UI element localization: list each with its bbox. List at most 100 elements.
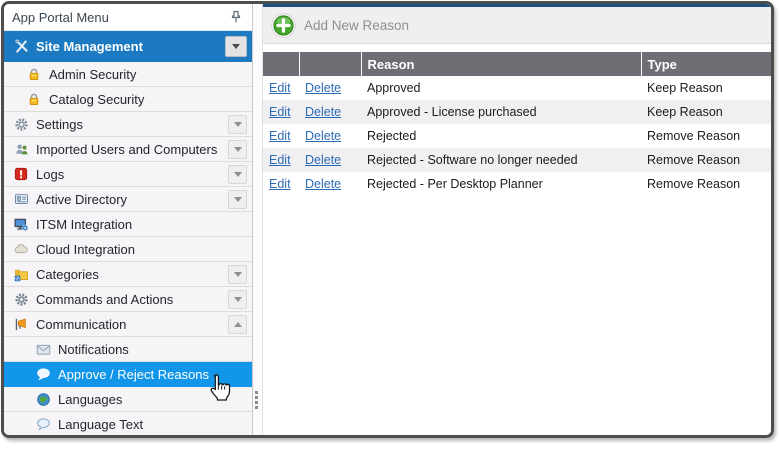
chevron-down-icon[interactable] [228,190,247,209]
table-header-row: Reason Type [263,52,771,76]
sidebar-item-label: Categories [36,267,99,282]
reasons-table: Reason Type Edit Delete Approved Keep Re… [263,52,771,196]
sidebar-item-settings[interactable]: Settings [4,112,252,137]
type-cell: Remove Reason [641,172,771,196]
sidebar-item-categories[interactable]: Categories [4,262,252,287]
sidebar-item-label: Active Directory [36,192,127,207]
edit-link[interactable]: Edit [269,105,291,119]
splitter-grip[interactable] [255,391,258,409]
sidebar-item-approve-reject-reasons[interactable]: Approve / Reject Reasons [4,362,252,387]
app-portal-window: App Portal Menu Site Management [1,1,774,438]
sidebar-item-label: Cloud Integration [36,242,135,257]
sidebar-item-communication[interactable]: Communication [4,312,252,337]
reason-cell: Approved - License purchased [361,100,641,124]
chevron-down-icon[interactable] [225,36,247,57]
sidebar-splitter[interactable] [252,4,263,435]
reason-cell: Rejected - Software no longer needed [361,148,641,172]
speech-bubble-icon [34,366,52,383]
tools-icon [12,38,30,55]
spacer [263,44,771,52]
add-new-reason-label: Add New Reason [304,18,409,33]
table-row: Edit Delete Rejected - Software no longe… [263,148,771,172]
add-new-reason-button[interactable]: Add New Reason [271,13,409,38]
pin-icon[interactable] [228,9,244,25]
column-header-delete [299,52,361,76]
column-header-reason: Reason [361,52,641,76]
sidebar-item-label: Catalog Security [49,92,144,107]
users-icon [12,141,30,158]
sidebar-item-notifications[interactable]: Notifications [4,337,252,362]
chevron-up-icon[interactable] [228,315,247,334]
edit-link[interactable]: Edit [269,177,291,191]
megaphone-icon [12,316,30,333]
chevron-down-icon[interactable] [228,165,247,184]
table-row: Edit Delete Approved - License purchased… [263,100,771,124]
contact-card-icon [12,191,30,208]
chevron-down-icon[interactable] [228,290,247,309]
type-cell: Keep Reason [641,100,771,124]
envelope-icon [34,341,52,358]
delete-link[interactable]: Delete [305,129,341,143]
sidebar-item-label: Languages [58,392,122,407]
sidebar-title: App Portal Menu [12,10,228,25]
delete-link[interactable]: Delete [305,105,341,119]
sidebar-item-itsm-integration[interactable]: ITSM Integration [4,212,252,237]
table-row: Edit Delete Approved Keep Reason [263,76,771,100]
column-header-type: Type [641,52,771,76]
edit-link[interactable]: Edit [269,129,291,143]
sidebar-item-languages[interactable]: Languages [4,387,252,412]
delete-link[interactable]: Delete [305,153,341,167]
sidebar-item-commands-and-actions[interactable]: Commands and Actions [4,287,252,312]
table-row: Edit Delete Rejected Remove Reason [263,124,771,148]
sidebar-item-admin-security[interactable]: Admin Security [4,62,252,87]
toolbar: Add New Reason [263,7,771,44]
delete-link[interactable]: Delete [305,81,341,95]
error-log-icon [12,166,30,183]
chevron-down-icon[interactable] [228,140,247,159]
column-header-edit [263,52,299,76]
sidebar-item-label: Language Text [58,417,143,432]
globe-icon [34,391,52,408]
type-cell: Remove Reason [641,148,771,172]
reason-cell: Rejected - Per Desktop Planner [361,172,641,196]
add-plus-icon [271,13,296,38]
sidebar-item-label: Communication [36,317,126,332]
main-panel: Add New Reason Reason Type Edit Delete A… [263,4,771,435]
reason-cell: Rejected [361,124,641,148]
sidebar-item-label: Site Management [36,39,143,54]
sidebar: App Portal Menu Site Management [4,4,252,435]
sidebar-item-label: Approve / Reject Reasons [58,367,209,382]
sidebar-item-label: Notifications [58,342,129,357]
chevron-down-icon[interactable] [228,265,247,284]
lock-icon [25,91,43,108]
sidebar-item-label: ITSM Integration [36,217,132,232]
cloud-icon [12,241,30,258]
sidebar-item-logs[interactable]: Logs [4,162,252,187]
sidebar-item-site-management[interactable]: Site Management [4,31,252,62]
sidebar-item-label: Admin Security [49,67,136,82]
sidebar-item-language-text[interactable]: Language Text [4,412,252,435]
delete-link[interactable]: Delete [305,177,341,191]
sidebar-item-label: Commands and Actions [36,292,173,307]
type-cell: Keep Reason [641,76,771,100]
table-row: Edit Delete Rejected - Per Desktop Plann… [263,172,771,196]
edit-link[interactable]: Edit [269,81,291,95]
monitor-gear-icon [12,216,30,233]
reason-cell: Approved [361,76,641,100]
speech-bubble-icon [34,416,52,433]
chevron-down-icon[interactable] [228,115,247,134]
folder-gear-icon [12,266,30,283]
sidebar-item-active-directory[interactable]: Active Directory [4,187,252,212]
sidebar-item-catalog-security[interactable]: Catalog Security [4,87,252,112]
type-cell: Remove Reason [641,124,771,148]
edit-link[interactable]: Edit [269,153,291,167]
gear-icon [12,291,30,308]
sidebar-item-label: Imported Users and Computers [36,142,217,157]
lock-icon [25,66,43,83]
sidebar-header: App Portal Menu [4,4,252,31]
sidebar-item-label: Logs [36,167,64,182]
sidebar-item-imported-users-and-computers[interactable]: Imported Users and Computers [4,137,252,162]
sidebar-item-label: Settings [36,117,83,132]
gear-icon [12,116,30,133]
sidebar-item-cloud-integration[interactable]: Cloud Integration [4,237,252,262]
